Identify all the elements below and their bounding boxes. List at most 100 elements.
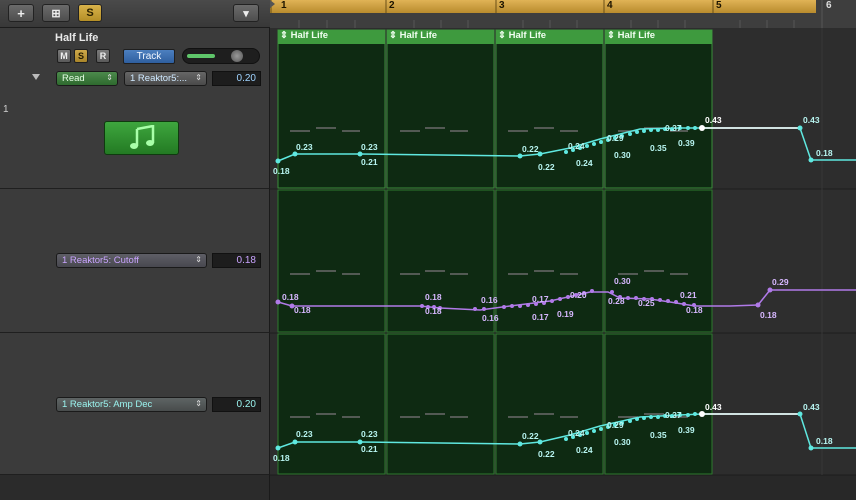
automation-value: 0.39 [678, 425, 695, 435]
region [386, 29, 495, 189]
automation-parameter-dropdown[interactable]: 1 Reaktor5:... ⇕ [124, 71, 207, 86]
automation-value: 0.21 [680, 290, 697, 300]
ruler-ticks [270, 0, 823, 28]
automation-value: 0.18 [273, 166, 290, 176]
automation-mode-label: Read [62, 73, 85, 84]
arrange-area[interactable]: 0.18 0.23 0.23 0.21 0.22 0.22 0.24 0.24 … [270, 28, 856, 500]
automation-value: 0.37 [665, 410, 682, 420]
updown-arrow-icon: ⇕ [106, 73, 113, 82]
automation-value: 0.16 [482, 313, 499, 323]
updown-arrow-icon: ⇕ [498, 30, 506, 41]
automation-mode-dropdown[interactable]: Read ⇕ [56, 71, 118, 86]
region-label[interactable]: ⇕ Half Life [607, 30, 655, 41]
automation-value: 0.23 [296, 142, 313, 152]
automation-value: 0.24 [568, 428, 585, 438]
automation-value: 0.16 [481, 295, 498, 305]
automation-value: 0.22 [538, 449, 555, 459]
solo-button[interactable]: S [74, 49, 88, 63]
lane-value-field[interactable]: 0.18 [212, 253, 261, 268]
automation-lane-header[interactable]: 1 Reaktor5: Cutoff ⇕ 0.18 [0, 189, 270, 333]
automation-value: 0.43 [803, 402, 820, 412]
automation-value: 0.35 [650, 430, 667, 440]
automation-value: 0.22 [538, 162, 555, 172]
add-track-button[interactable]: + [8, 4, 34, 22]
automation-value: 0.23 [361, 142, 378, 152]
record-button[interactable]: R [96, 49, 110, 63]
automation-value: 0.23 [296, 429, 313, 439]
bar-number: 4 [607, 0, 613, 11]
region-label[interactable]: ⇕ Half Life [389, 30, 437, 41]
global-solo-button[interactable]: S [78, 4, 102, 22]
region-label[interactable]: ⇕ Half Life [498, 30, 546, 41]
automation-value: 0.24 [576, 445, 593, 455]
updown-arrow-icon: ⇕ [195, 399, 202, 408]
automation-value: 0.21 [361, 157, 378, 167]
automation-value: 0.18 [294, 305, 311, 315]
lane-parameter-label: 1 Reaktor5: Amp Dec [62, 399, 153, 410]
bar-number: 2 [389, 0, 395, 11]
track-name[interactable]: Half Life [55, 32, 98, 44]
automation-value: 0.21 [361, 444, 378, 454]
automation-value: 0.39 [678, 138, 695, 148]
volume-knob[interactable] [231, 50, 243, 62]
automation-value: 0.43 [705, 402, 722, 412]
automation-value: 0.28 [608, 296, 625, 306]
automation-value: 0.22 [522, 144, 539, 154]
automation-value: 0.18 [282, 292, 299, 302]
automation-value: 0.23 [361, 429, 378, 439]
automation-value: 0.30 [614, 150, 631, 160]
automation-lane-header[interactable]: 1 Reaktor5: Amp Dec ⇕ 0.20 [0, 333, 270, 475]
lane-value-field[interactable]: 0.20 [212, 397, 261, 412]
new-folder-button[interactable]: ⊞ [42, 4, 70, 22]
tracks-canvas: 0.18 0.23 0.23 0.21 0.22 0.22 0.24 0.24 … [270, 28, 856, 500]
updown-arrow-icon: ⇕ [389, 30, 397, 41]
instrument-icon[interactable] [104, 121, 179, 155]
automation-value: 0.30 [614, 276, 631, 286]
automation-value: 0.29 [607, 420, 624, 430]
track-number: 1 [3, 104, 9, 115]
lane-parameter-dropdown[interactable]: 1 Reaktor5: Cutoff ⇕ [56, 253, 207, 268]
automation-value: 0.43 [705, 115, 722, 125]
playhead-marker-icon [270, 0, 275, 8]
automation-value: 0.24 [568, 141, 585, 151]
bar-number: 6 [826, 0, 832, 11]
parameter-value-field[interactable]: 0.20 [212, 71, 261, 86]
automation-value: 0.18 [686, 305, 703, 315]
music-note-icon [129, 125, 154, 149]
automation-value: 0.43 [803, 115, 820, 125]
automation-value: 0.18 [425, 306, 442, 316]
automation-value: 0.29 [607, 133, 624, 143]
bar-number: 1 [281, 0, 287, 11]
track-automation-button[interactable]: Track [123, 49, 175, 64]
automation-value: 0.24 [576, 158, 593, 168]
bar-number: 5 [716, 0, 722, 11]
automation-value: 0.18 [760, 310, 777, 320]
parameter-label: 1 Reaktor5:... [130, 73, 188, 84]
track-header[interactable]: 1 Half Life M S R Track Read ⇕ 1 Reaktor… [0, 28, 270, 189]
lane-parameter-label: 1 Reaktor5: Cutoff [62, 255, 139, 266]
automation-value: 0.17 [532, 294, 549, 304]
updown-arrow-icon: ⇕ [195, 73, 202, 82]
updown-arrow-icon: ⇕ [195, 255, 202, 264]
track-list-empty-area[interactable] [0, 475, 270, 500]
volume-slider[interactable] [182, 48, 260, 64]
automation-value: 0.19 [557, 309, 574, 319]
automation-value: 0.25 [638, 298, 655, 308]
track-header-toolbar: + ⊞ S ▾ [0, 0, 270, 28]
lane-parameter-dropdown[interactable]: 1 Reaktor5: Amp Dec ⇕ [56, 397, 207, 412]
disclosure-triangle-icon[interactable] [32, 74, 40, 80]
automation-value: 0.29 [772, 277, 789, 287]
automation-value: 0.20 [570, 290, 587, 300]
region-label[interactable]: ⇕ Half Life [280, 30, 328, 41]
collapse-menu-button[interactable]: ▾ [233, 4, 259, 22]
automation-value: 0.30 [614, 437, 631, 447]
bar-ruler[interactable]: 1 2 3 4 5 6 [270, 0, 856, 28]
automation-value: 0.37 [665, 123, 682, 133]
automation-value: 0.17 [532, 312, 549, 322]
automation-value: 0.22 [522, 431, 539, 441]
region [604, 29, 713, 189]
automation-value: 0.18 [273, 453, 290, 463]
automation-value: 0.35 [650, 143, 667, 153]
updown-arrow-icon: ⇕ [280, 30, 288, 41]
mute-button[interactable]: M [57, 49, 71, 63]
